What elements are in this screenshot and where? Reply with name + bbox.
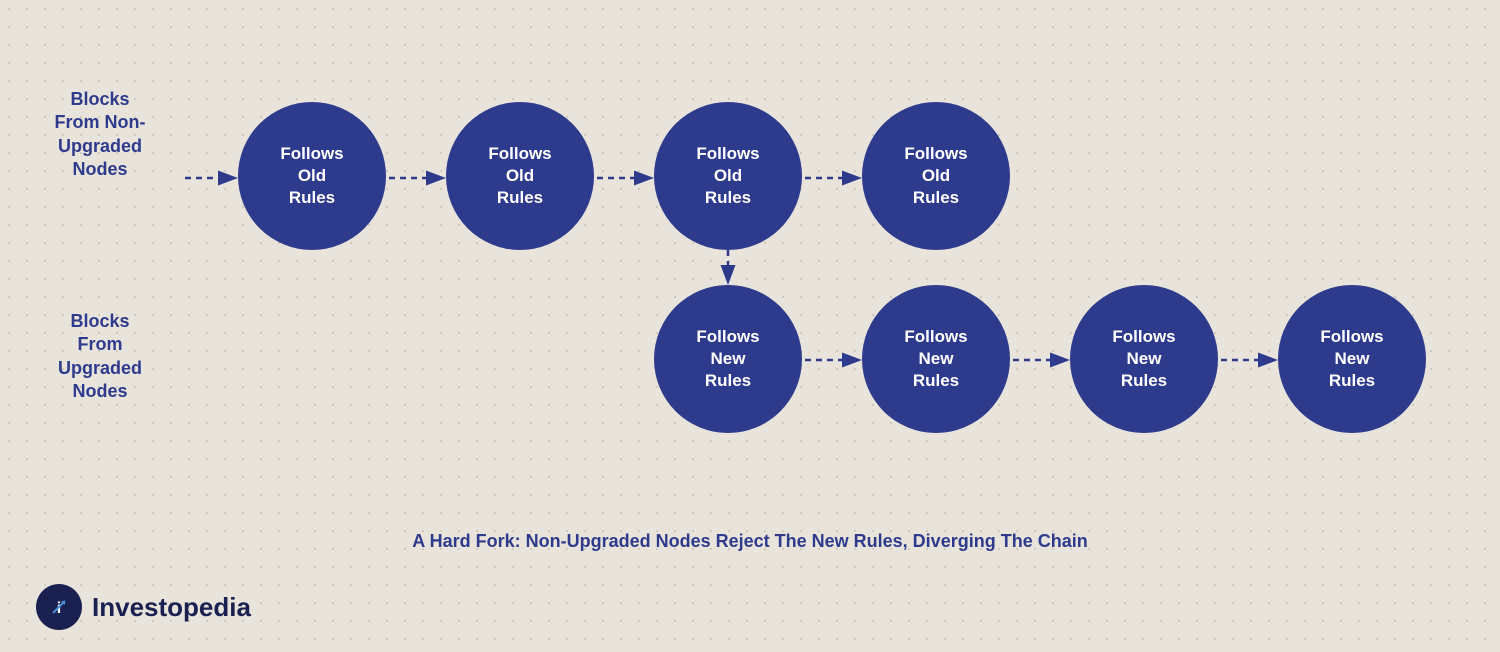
- logo-text: Investopedia: [92, 592, 251, 623]
- node-bottom-2: FollowsNewRules: [862, 285, 1010, 433]
- diagram-container: Blocks From Non- Upgraded Nodes Blocks F…: [0, 0, 1500, 652]
- investopedia-logo-svg: i: [45, 593, 73, 621]
- node-top-3: FollowsOldRules: [654, 102, 802, 250]
- node-top-2: FollowsOldRules: [446, 102, 594, 250]
- node-top-1: FollowsOldRules: [238, 102, 386, 250]
- node-bottom-1: FollowsNewRules: [654, 285, 802, 433]
- logo-icon: i: [36, 584, 82, 630]
- node-top-4: FollowsOldRules: [862, 102, 1010, 250]
- arrows-svg: [0, 0, 1500, 560]
- caption: A Hard Fork: Non-Upgraded Nodes Reject T…: [0, 531, 1500, 552]
- node-bottom-4: FollowsNewRules: [1278, 285, 1426, 433]
- label-upgraded: Blocks From Upgraded Nodes: [30, 310, 170, 404]
- logo-area: i Investopedia: [36, 584, 251, 630]
- label-non-upgraded: Blocks From Non- Upgraded Nodes: [30, 88, 170, 182]
- node-bottom-3: FollowsNewRules: [1070, 285, 1218, 433]
